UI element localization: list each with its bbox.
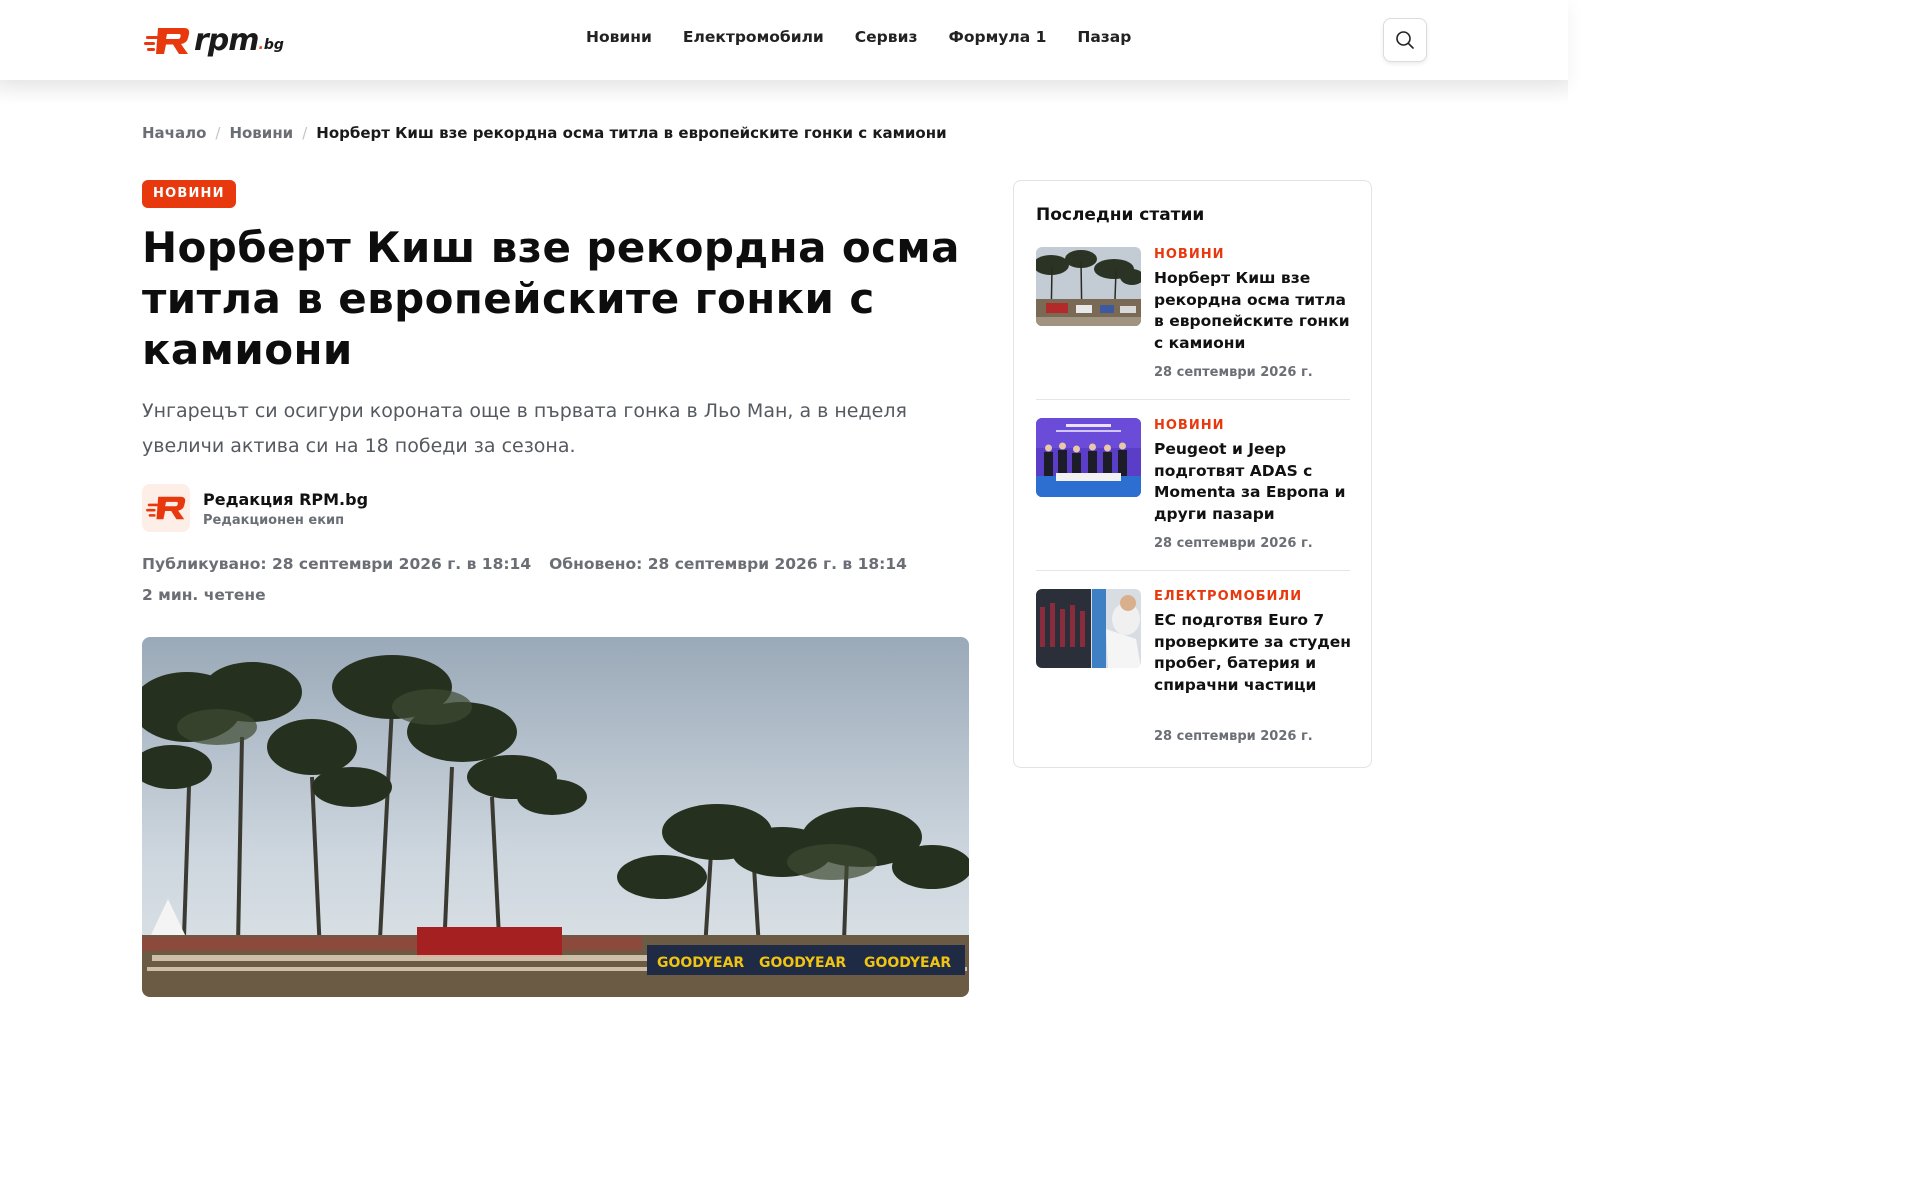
article-headline[interactable]: Норберт Киш взе рекордна осма титла в ев… (1154, 268, 1354, 355)
breadcrumb-current: Норберт Киш взе рекордна осма титла в ев… (316, 124, 947, 142)
article-thumbnail[interactable] (1036, 247, 1141, 326)
nav-item-market[interactable]: Пазар (1077, 28, 1131, 46)
nav-item-formula-1[interactable]: Формула 1 (948, 28, 1046, 46)
logo-wordmark: rpm (194, 23, 260, 58)
article-lead: Унгарецът си осигури короната още в първ… (142, 400, 907, 457)
main-nav: Новини Електромобили Сервиз Формула 1 Па… (586, 28, 1162, 46)
article-headline[interactable]: Peugeot и Jeep подготвят ADAS с Momenta … (1154, 439, 1354, 526)
breadcrumb-home[interactable]: Начало (142, 124, 206, 142)
breadcrumb: Начало / Новини / Норберт Киш взе рекорд… (142, 124, 947, 142)
sidebar-article[interactable]: НОВИНИ Peugeot и Jeep подготвят ADAS с M… (1036, 418, 1350, 558)
sidebar-title: Последни статии (1036, 205, 1205, 225)
article-category[interactable]: НОВИНИ (1154, 418, 1224, 433)
divider (1036, 570, 1350, 571)
article-headline[interactable]: ЕС подготвя Euro 7 проверките за студен … (1154, 610, 1354, 697)
read-time: 2 мин. четене (142, 586, 266, 604)
hero-banner-goodyear: GOODYEAR (657, 955, 744, 971)
article-thumbnail[interactable] (1036, 589, 1141, 668)
nav-item-electric-cars[interactable]: Електромобили (683, 28, 824, 46)
divider (1036, 399, 1350, 400)
svg-text:GOODYEAR: GOODYEAR (759, 955, 846, 971)
sidebar-article[interactable]: НОВИНИ Норберт Киш взе рекордна осма тит… (1036, 247, 1350, 387)
article-category[interactable]: ЕЛЕКТРОМОБИЛИ (1154, 589, 1302, 604)
hero-photo-truck-race: GOODYEAR GOODYEAR GOODYEAR (142, 637, 969, 997)
sidebar-article[interactable]: ЕЛЕКТРОМОБИЛИ ЕС подготвя Euro 7 проверк… (1036, 589, 1351, 749)
nav-item-service[interactable]: Сервиз (855, 28, 918, 46)
breadcrumb-separator: / (215, 124, 221, 142)
article-title: Норберт Киш взе рекордна осма титла в ев… (142, 223, 960, 374)
article-meta: Публикувано: 28 септември 2026 г. в 18:1… (142, 555, 907, 573)
rpm-r-logo-icon (144, 28, 190, 54)
breadcrumb-section[interactable]: Новини (229, 124, 293, 142)
latest-articles-sidebar: Последни статии НОВИНИ Норберт Киш взе р… (1013, 180, 1372, 768)
article-category[interactable]: НОВИНИ (1154, 247, 1224, 262)
article-date: 28 септември 2026 г. (1154, 729, 1313, 744)
author-avatar[interactable] (142, 484, 190, 532)
article-date: 28 септември 2026 г. (1154, 536, 1313, 551)
header-shadow (0, 80, 1568, 106)
logo-tld: .bg (258, 37, 284, 53)
updated-date: Обновено: 28 септември 2026 г. в 18:14 (549, 555, 907, 573)
nav-item-news[interactable]: Новини (586, 28, 652, 46)
breadcrumb-separator: / (302, 124, 308, 142)
author-name[interactable]: Редакция RPM.bg (203, 490, 368, 509)
site-header: rpm .bg Новини Електромобили Сервиз Форм… (0, 0, 1568, 80)
rpm-r-logo-icon (146, 496, 186, 520)
svg-text:GOODYEAR: GOODYEAR (864, 955, 951, 971)
article-date: 28 септември 2026 г. (1154, 365, 1313, 380)
search-icon (1396, 31, 1414, 49)
site-logo[interactable]: rpm .bg (144, 22, 284, 56)
search-button[interactable] (1383, 18, 1427, 62)
article-thumbnail[interactable] (1036, 418, 1141, 497)
author-role: Редакционен екип (203, 513, 345, 528)
hero-image: GOODYEAR GOODYEAR GOODYEAR (142, 637, 969, 997)
category-badge[interactable]: НОВИНИ (142, 180, 236, 208)
published-date: Публикувано: 28 септември 2026 г. в 18:1… (142, 555, 532, 573)
